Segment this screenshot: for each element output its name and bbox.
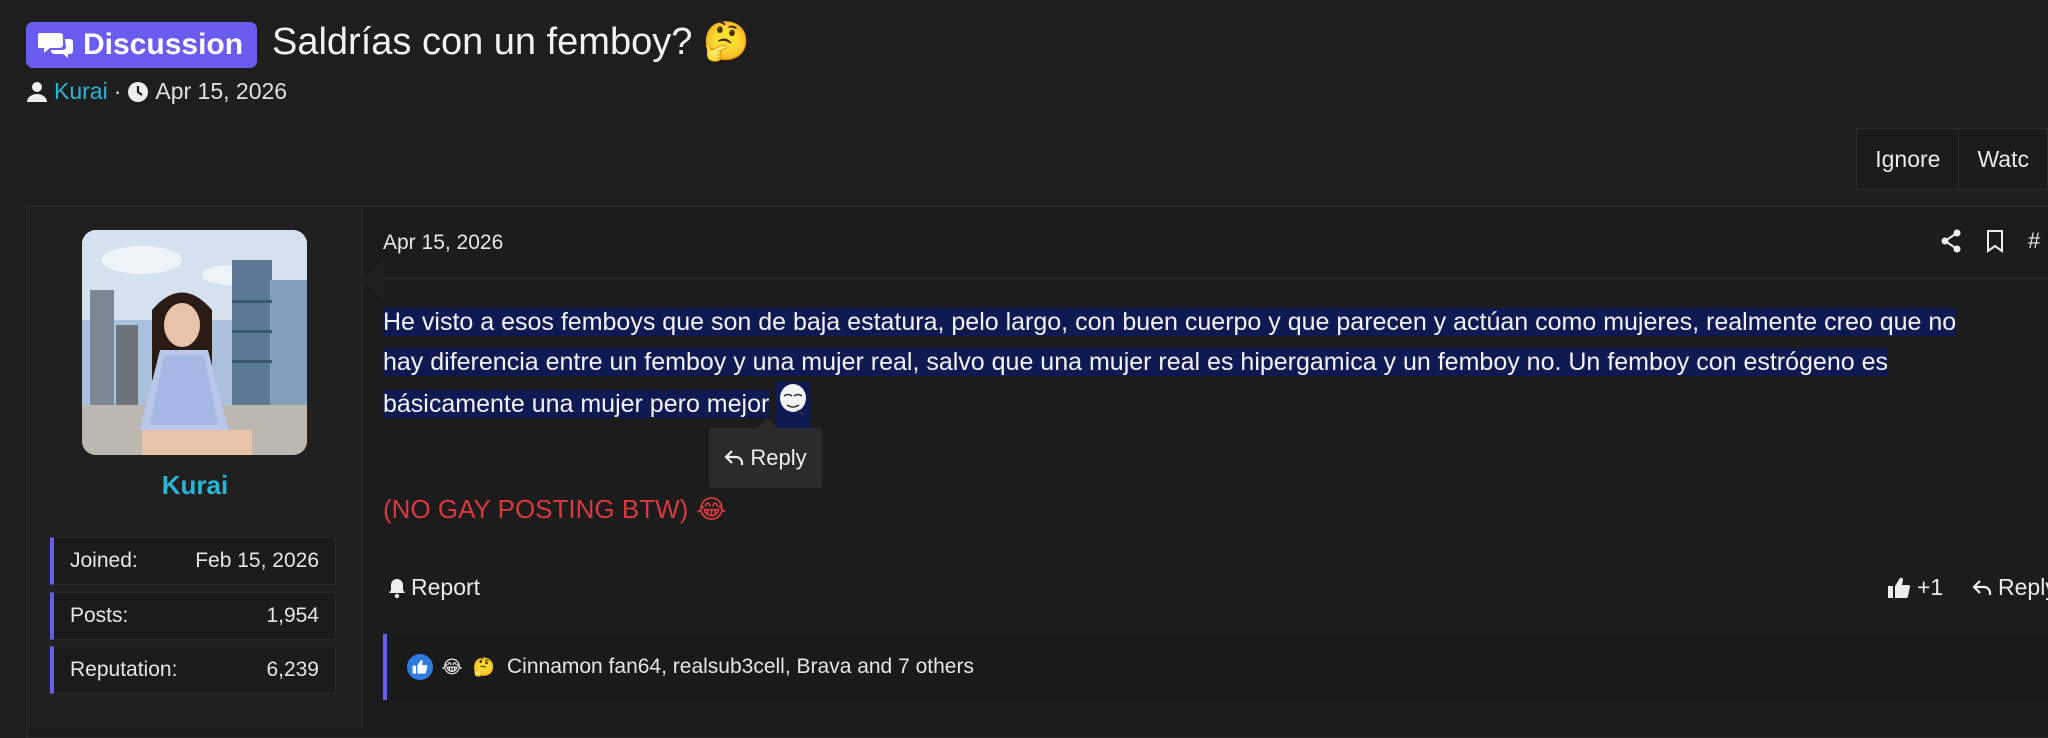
body-line-3: básicamente una mujer pero mejor [383,389,770,418]
post-header-divider [383,278,2048,279]
stat-label: Joined: [70,549,138,572]
stat-posts: Posts: 1,954 [50,592,336,640]
stat-value: 1,954 [266,604,319,627]
thread-title-text: Saldrías con un femboy? [272,21,693,63]
reply-icon [724,450,744,465]
like-label: +1 [1917,574,1944,600]
thread-title: Saldrías con un femboy? 🤔 [272,20,750,64]
thinking-emoji: 🤔 [702,21,751,63]
stat-label: Reputation: [70,658,178,681]
reaction-like-icon [407,654,433,680]
post-body: He visto a esos femboys que son de baja … [383,302,2048,428]
post-date[interactable]: Apr 15, 2026 [383,231,503,255]
stat-reputation: Reputation: 6,239 [50,646,336,694]
post-header-icons: # [1940,228,2040,254]
post-permalink[interactable]: # [2028,228,2040,254]
like-button[interactable]: +1 [1887,574,1943,601]
share-icon[interactable] [1940,229,1962,253]
thread-actions: Ignore Watc [1856,128,2048,190]
ignore-button[interactable]: Ignore [1857,129,1958,189]
red-note-text: (NO GAY POSTING BTW) [383,494,689,524]
stat-value: Feb 15, 2026 [195,549,319,572]
quote-reply-tooltip[interactable]: Reply [709,418,822,488]
tooltip-reply-label: Reply [750,445,807,470]
stat-label: Posts: [70,604,129,627]
report-button[interactable]: Report [387,574,480,601]
laughing-emoji: 😂 [696,494,727,524]
user-panel-arrow [360,258,384,302]
thread-author-link[interactable]: Kurai [54,78,108,105]
reactions-bar[interactable]: 😂 🤔 Cinnamon fan64, realsub3cell, Brava … [383,634,2048,700]
chat-bubbles-icon [38,33,73,58]
byline-separator: · [113,78,122,104]
reactions-list[interactable]: Cinnamon fan64, realsub3cell, Brava and … [507,655,974,679]
stat-joined: Joined: Feb 15, 2026 [50,537,336,585]
reaction-thinking-icon: 🤔 [472,656,496,677]
thumbs-up-icon [1888,577,1910,598]
reaction-laugh-icon: 😂 [441,656,463,677]
bell-icon [389,578,405,598]
report-label: Report [411,574,481,600]
body-line-2: hay diferencia entre un femboy y una muj… [383,348,1888,376]
reply-label: Reply [1998,574,2048,600]
avatar[interactable] [82,230,307,455]
thread-byline: Kurai · Apr 15, 2026 [26,78,287,105]
thread-date[interactable]: Apr 15, 2026 [155,78,287,105]
bookmark-icon[interactable] [1986,229,2004,253]
body-line-1: He visto a esos femboys que son de baja … [383,308,1957,336]
user-icon [27,81,47,102]
prefix-label: Discussion [83,28,244,61]
post-username[interactable]: Kurai [28,470,362,501]
reply-button[interactable]: Reply [1972,574,2048,601]
thread-prefix-badge[interactable]: Discussion [26,22,258,68]
reply-icon [1972,579,1992,595]
clock-icon [128,81,149,102]
meme-face-icon [776,382,811,428]
red-note: (NO GAY POSTING BTW) 😂 [383,494,727,525]
watch-button[interactable]: Watc [1958,129,2047,189]
stat-value: 6,239 [266,658,319,681]
